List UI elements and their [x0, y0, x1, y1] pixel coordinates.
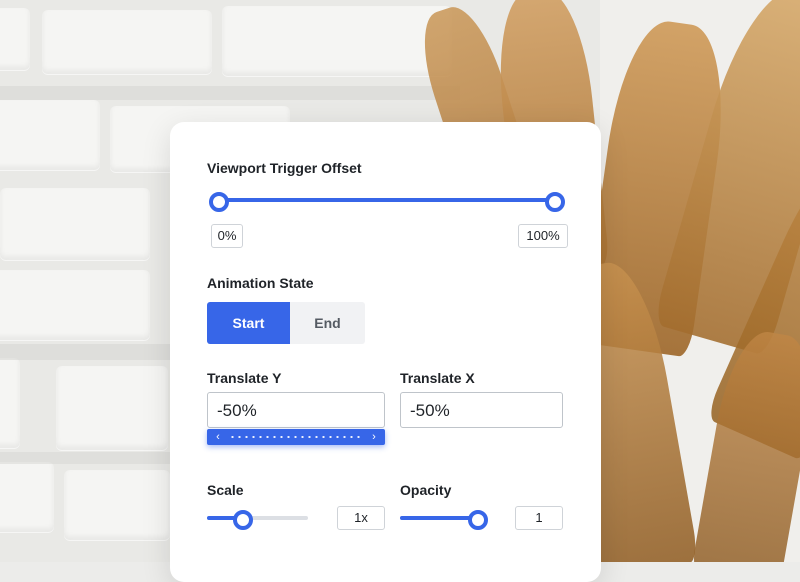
opacity-value-input[interactable]: 1 — [515, 506, 563, 530]
translate-y-scrubber[interactable]: ‹ › — [207, 429, 385, 445]
scale-label: Scale — [207, 482, 244, 498]
viewport-offset-max-value[interactable]: 100% — [518, 224, 568, 248]
opacity-slider-fill — [400, 516, 478, 520]
start-state-button[interactable]: Start — [207, 302, 290, 344]
translate-y-input[interactable]: -50% — [207, 392, 385, 428]
opacity-slider-handle[interactable] — [468, 510, 488, 530]
viewport-offset-track[interactable] — [219, 198, 555, 202]
scale-value-input[interactable]: 1x — [337, 506, 385, 530]
animation-settings-panel: Viewport Trigger Offset 0% 100% Animatio… — [170, 122, 601, 582]
end-state-button[interactable]: End — [290, 302, 365, 344]
animation-state-label: Animation State — [207, 275, 314, 291]
translate-x-input[interactable]: -50% — [400, 392, 563, 428]
translate-y-label: Translate Y — [207, 370, 282, 386]
scale-slider-handle[interactable] — [233, 510, 253, 530]
scrub-left-icon[interactable]: ‹ — [211, 429, 225, 445]
opacity-label: Opacity — [400, 482, 452, 498]
viewport-offset-end-handle[interactable] — [545, 192, 565, 212]
viewport-offset-min-value[interactable]: 0% — [211, 224, 243, 248]
translate-x-label: Translate X — [400, 370, 475, 386]
scrub-right-icon[interactable]: › — [367, 429, 381, 445]
viewport-offset-start-handle[interactable] — [209, 192, 229, 212]
scrub-dots — [229, 436, 363, 438]
viewport-offset-label: Viewport Trigger Offset — [207, 160, 362, 176]
